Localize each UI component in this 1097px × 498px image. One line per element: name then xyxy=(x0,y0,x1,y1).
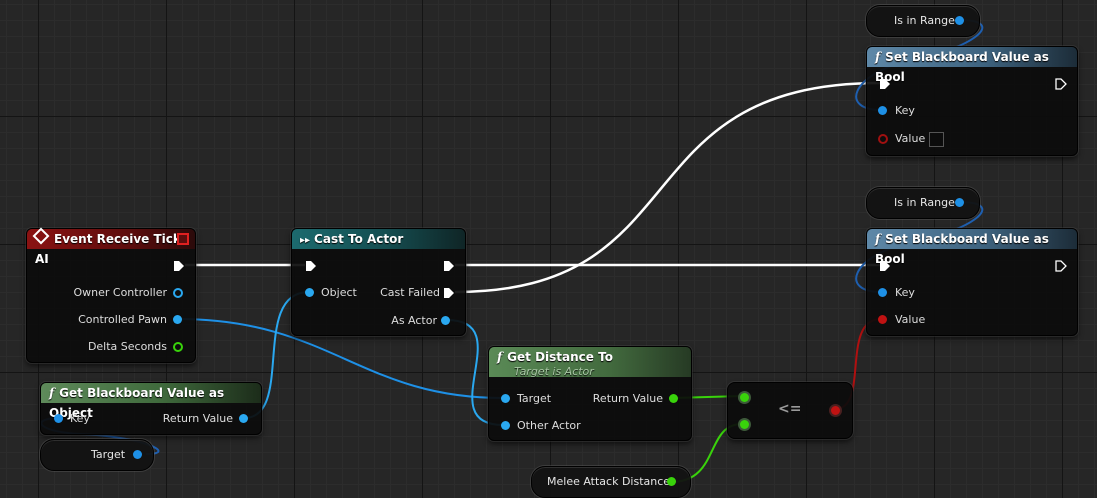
exec-wire-castfailed-to-set1 xyxy=(454,81,881,294)
cast-arrow-icon: ▸▸ xyxy=(300,235,311,246)
set-blackboard-bool-node-1[interactable]: f Set Blackboard Value as Bool Key Value xyxy=(866,46,1078,156)
function-icon: f xyxy=(497,350,503,364)
pin-label-return-value: Return Value xyxy=(162,412,233,425)
compare-out-pin[interactable] xyxy=(831,406,840,415)
pin-label-cast-failed: Cast Failed xyxy=(380,286,440,299)
compare-a-pin[interactable] xyxy=(740,393,749,402)
pin-label-set1-value: Value xyxy=(895,132,926,145)
is-in-range-label-1: Is in Range xyxy=(894,14,955,27)
pin-label-set2-value: Value xyxy=(895,313,926,326)
pin-label-set1-key: Key xyxy=(895,104,915,117)
get-distance-to-node[interactable]: f Get Distance To Target is Actor Target … xyxy=(488,346,692,441)
get-distance-target-pin[interactable] xyxy=(501,394,510,403)
value-checkbox[interactable] xyxy=(929,132,944,147)
cast-node-header[interactable]: ▸▸ Cast To Actor xyxy=(292,229,465,249)
pin-label-key: Key xyxy=(70,412,90,425)
set-bb-bool-title-1: Set Blackboard Value as Bool xyxy=(875,50,1049,84)
get-distance-return-pin[interactable] xyxy=(669,394,678,403)
pin-label-delta-seconds: Delta Seconds xyxy=(87,340,167,353)
melee-attack-distance-variable-node[interactable]: Melee Attack Distance xyxy=(531,466,691,498)
pin-label-target: Target xyxy=(517,392,552,405)
get-blackboard-object-node[interactable]: f Get Blackboard Value as Object Key Retu… xyxy=(40,382,262,435)
get-distance-title: Get Distance To xyxy=(507,350,613,364)
target-variable-label: Target xyxy=(91,448,126,461)
is-in-range-variable-node-1[interactable]: Is in Range xyxy=(866,5,980,37)
is-in-range-label-2: Is in Range xyxy=(894,196,955,209)
is-in-range-pin-2[interactable] xyxy=(955,198,964,207)
pin-label-other-actor: Other Actor xyxy=(517,419,581,432)
event-node-title: Event Receive Tick AI xyxy=(35,232,181,266)
pin-label-as-actor: As Actor xyxy=(391,314,437,327)
set-bb-bool-header-2[interactable]: f Set Blackboard Value as Bool xyxy=(867,229,1077,266)
pin-label-distance-return: Return Value xyxy=(592,392,663,405)
cast-node-title: Cast To Actor xyxy=(314,232,404,246)
function-icon: f xyxy=(49,386,55,400)
pin-label-set2-key: Key xyxy=(895,286,915,299)
get-distance-header[interactable]: f Get Distance To Target is Actor xyxy=(489,347,691,377)
set-bb-bool-header-1[interactable]: f Set Blackboard Value as Bool xyxy=(867,47,1077,84)
target-variable-pin[interactable] xyxy=(133,450,142,459)
function-icon: f xyxy=(875,50,881,64)
event-node-header[interactable]: Event Receive Tick AI xyxy=(27,227,195,266)
event-diamond-icon xyxy=(32,227,50,245)
set-bb-1-value-pin[interactable] xyxy=(878,134,888,144)
set-bb-2-value-pin[interactable] xyxy=(878,315,887,324)
delta-seconds-pin[interactable] xyxy=(173,342,183,352)
melee-attack-distance-pin[interactable] xyxy=(667,477,676,486)
as-actor-pin[interactable] xyxy=(441,316,450,325)
function-icon: f xyxy=(875,232,881,246)
set-blackboard-bool-node-2[interactable]: f Set Blackboard Value as Bool Key Value xyxy=(866,228,1078,336)
target-variable-node[interactable]: Target xyxy=(40,439,154,471)
set-bb-bool-title-2: Set Blackboard Value as Bool xyxy=(875,232,1049,266)
get-bb-object-header[interactable]: f Get Blackboard Value as Object xyxy=(41,383,261,420)
delegate-pin-icon[interactable] xyxy=(177,233,189,245)
event-receive-tick-node[interactable]: Event Receive Tick AI Owner Controller C… xyxy=(26,227,196,363)
cast-object-pin[interactable] xyxy=(305,288,314,297)
get-distance-other-actor-pin[interactable] xyxy=(501,421,510,430)
compare-operator-label: <= xyxy=(778,401,802,417)
compare-b-pin[interactable] xyxy=(740,420,749,429)
controlled-pawn-pin[interactable] xyxy=(173,315,182,324)
get-bb-return-pin[interactable] xyxy=(239,414,248,423)
pin-label-controlled-pawn: Controlled Pawn xyxy=(78,313,167,326)
set-bb-2-key-pin[interactable] xyxy=(878,288,887,297)
get-bb-key-pin[interactable] xyxy=(54,414,63,423)
melee-attack-distance-label: Melee Attack Distance xyxy=(547,475,671,488)
pin-label-object: Object xyxy=(321,286,357,299)
cast-to-actor-node[interactable]: ▸▸ Cast To Actor Object Cast Failed As Ac… xyxy=(291,228,466,336)
owner-controller-pin[interactable] xyxy=(173,288,183,298)
is-in-range-variable-node-2[interactable]: Is in Range xyxy=(866,187,980,219)
get-distance-subtitle: Target is Actor xyxy=(514,365,594,378)
is-in-range-pin-1[interactable] xyxy=(955,16,964,25)
less-equal-compare-node[interactable]: <= xyxy=(727,382,853,439)
pin-label-owner-controller: Owner Controller xyxy=(73,286,167,299)
set-bb-1-key-pin[interactable] xyxy=(878,106,887,115)
